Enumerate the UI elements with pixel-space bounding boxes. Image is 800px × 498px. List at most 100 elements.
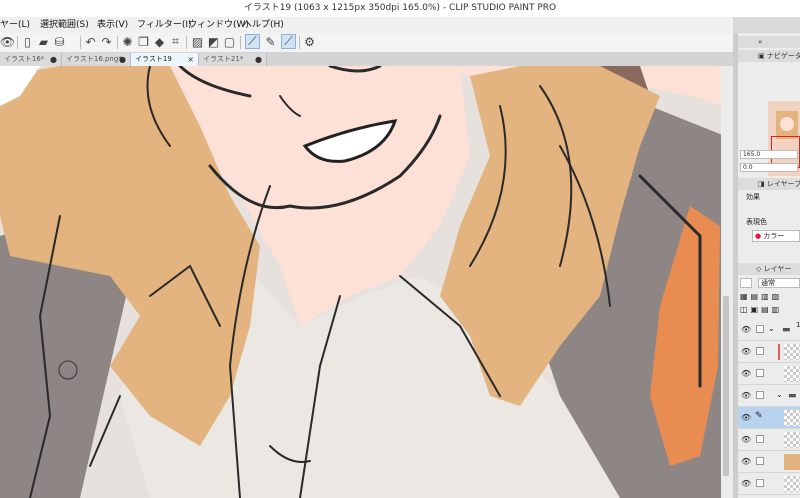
preview-face xyxy=(780,117,794,131)
folder-icon: ▬ xyxy=(788,391,797,401)
command-toolbar: 👁 ▯ ▰ ⛁ ↶ ↷ ✺ ❐ ◆ ⌗ ▨ ◩ ▢ ⟋ ✎ ⟋ ⚙ xyxy=(0,33,733,53)
scrollbar-thumb[interactable] xyxy=(723,296,729,476)
layer-number: 1 xyxy=(796,321,800,329)
layer-lock-checkbox[interactable] xyxy=(756,435,764,443)
stabilize-pen-icon[interactable]: ⟋ xyxy=(245,34,260,49)
menu-filter[interactable]: フィルター(I) xyxy=(137,17,192,33)
eye-icon[interactable]: 👁 xyxy=(741,391,751,400)
layer-property-icon: ◨ xyxy=(758,180,765,188)
layer-thumbnail xyxy=(784,454,800,470)
save-icon[interactable]: ⛁ xyxy=(52,34,67,49)
layer-row-subfolder[interactable]: 👁 ⌄ ▬ xyxy=(738,385,800,407)
layer-thumbnail xyxy=(784,366,800,382)
modified-dot-icon[interactable]: ● xyxy=(255,53,262,66)
blend-mode-select[interactable]: 通常 xyxy=(758,278,800,288)
navigator-header[interactable]: ▣ ナビゲーター xyxy=(738,50,800,62)
layer-tool-icons[interactable]: ▦▤▥▧ xyxy=(740,292,782,301)
layer-property-header[interactable]: ◨ レイヤープロ xyxy=(738,178,800,190)
illustration-artwork xyxy=(0,66,725,498)
expression-color-select[interactable]: ● カラー xyxy=(752,230,800,242)
zoom-value: 165.0 xyxy=(743,151,761,158)
gradient-icon[interactable]: ◩ xyxy=(206,34,221,49)
redo-icon[interactable]: ↷ xyxy=(99,34,114,49)
frame-icon[interactable]: ▢ xyxy=(222,34,237,49)
layer-panel-header[interactable]: ◇ レイヤー xyxy=(738,263,800,275)
layer-row-folder[interactable]: 👁 ⌄ ▬ 1 xyxy=(738,319,800,341)
menu-window[interactable]: ウィンドウ(W) xyxy=(188,17,249,33)
eye-icon[interactable]: 👁 xyxy=(741,413,751,422)
zoom-slider[interactable]: 165.0 xyxy=(740,150,798,159)
layer-thumbnail xyxy=(784,410,800,426)
menu-layer[interactable]: ヤー(L) xyxy=(0,17,30,33)
layer-row[interactable]: 👁 xyxy=(738,451,800,473)
open-folder-icon[interactable]: ▰ xyxy=(36,34,51,49)
layers-icon: ◇ xyxy=(756,265,762,273)
pen-pressure-icon[interactable]: ⟋ xyxy=(281,34,296,49)
tab-label: イラスト16* xyxy=(4,55,45,63)
menu-help[interactable]: ヘルプ(H) xyxy=(243,17,284,33)
layer-row-selected[interactable]: 👁 ✎ xyxy=(738,407,800,429)
tab-illust19[interactable]: イラスト19 × xyxy=(131,53,199,66)
tab-illust16[interactable]: イラスト16* ● xyxy=(0,53,62,66)
tab-illust16-png[interactable]: イラスト16.png* ● xyxy=(62,53,131,66)
close-icon[interactable]: × xyxy=(187,53,194,66)
loading-icon[interactable]: ✺ xyxy=(120,34,135,49)
layer-row[interactable]: 👁 xyxy=(738,363,800,385)
layer-lock-checkbox[interactable] xyxy=(756,479,764,487)
blend-mode-value: 通常 xyxy=(761,279,775,287)
eye-icon[interactable]: 👁 xyxy=(741,347,751,356)
chevron-down-icon[interactable]: ⌄ xyxy=(776,390,783,399)
copy-icon[interactable]: ❐ xyxy=(136,34,151,49)
layer-thumbnail xyxy=(784,344,800,360)
tab-label: イラスト21* xyxy=(203,55,244,63)
layer-lock-icons[interactable]: ◫▣▤▥ xyxy=(740,305,782,314)
menu-view[interactable]: 表示(V) xyxy=(97,17,128,33)
rotate-slider[interactable]: 0.0 xyxy=(740,163,798,172)
crop-icon[interactable]: ⌗ xyxy=(168,34,183,49)
toolbar-separator xyxy=(240,36,241,49)
canvas-vertical-scrollbar[interactable] xyxy=(721,66,733,498)
modified-dot-icon[interactable]: ● xyxy=(50,53,57,66)
layer-lock-checkbox[interactable] xyxy=(756,391,764,399)
new-file-icon[interactable]: ▯ xyxy=(20,34,35,49)
layer-lock-checkbox[interactable] xyxy=(756,369,764,377)
rotate-value: 0.0 xyxy=(743,164,753,171)
layer-thumbnail xyxy=(784,476,800,492)
layer-color-chip[interactable] xyxy=(740,278,752,288)
brush-icon[interactable]: ✎ xyxy=(263,34,278,49)
layer-tab-label: レイヤー xyxy=(763,265,792,273)
layer-row[interactable]: 👁 xyxy=(738,341,800,363)
tab-label: イラスト16.png* xyxy=(66,55,122,63)
navigator-icon: ▣ xyxy=(758,52,765,60)
toolbar-separator xyxy=(80,36,81,49)
layer-color-marker xyxy=(778,344,780,360)
eye-icon[interactable]: 👁 xyxy=(741,479,751,488)
tab-illust21[interactable]: イラスト21* ● xyxy=(199,53,267,66)
layer-lock-checkbox[interactable] xyxy=(756,457,764,465)
drawing-canvas[interactable] xyxy=(0,66,725,498)
modified-dot-icon[interactable]: ● xyxy=(119,53,126,66)
toolbar-separator xyxy=(186,36,187,49)
settings-icon[interactable]: ⚙ xyxy=(302,34,317,49)
eye-icon[interactable]: 👁 xyxy=(741,369,751,378)
right-panel: « ▣ ナビゲーター 165.0 0.0 ◨ レイヤープロ 効果 表現色 ● カ… xyxy=(738,33,800,498)
window-title: イラスト19 (1063 x 1215px 350dpi 165.0%) - C… xyxy=(0,0,800,17)
expression-color-label: 表現色 xyxy=(746,218,767,226)
eye-icon[interactable]: 👁 xyxy=(741,457,751,466)
layer-thumbnail xyxy=(784,432,800,448)
layer-lock-checkbox[interactable] xyxy=(756,347,764,355)
pen-icon: ✎ xyxy=(755,411,763,421)
eye-icon[interactable]: 👁 xyxy=(0,34,15,49)
fill-icon[interactable]: ◆ xyxy=(152,34,167,49)
layer-lock-checkbox[interactable] xyxy=(756,325,764,333)
eye-icon[interactable]: 👁 xyxy=(741,435,751,444)
undo-icon[interactable]: ↶ xyxy=(83,34,98,49)
menu-selection[interactable]: 選択範囲(S) xyxy=(40,17,89,33)
layer-row[interactable]: 👁 xyxy=(738,429,800,451)
color-value: カラー xyxy=(763,232,785,240)
chevron-down-icon[interactable]: ⌄ xyxy=(768,324,775,333)
clear-icon[interactable]: ▨ xyxy=(190,34,205,49)
layer-row[interactable]: 👁 xyxy=(738,473,800,495)
eye-icon[interactable]: 👁 xyxy=(741,325,751,334)
panel-collapse-bar[interactable]: « xyxy=(738,36,800,48)
